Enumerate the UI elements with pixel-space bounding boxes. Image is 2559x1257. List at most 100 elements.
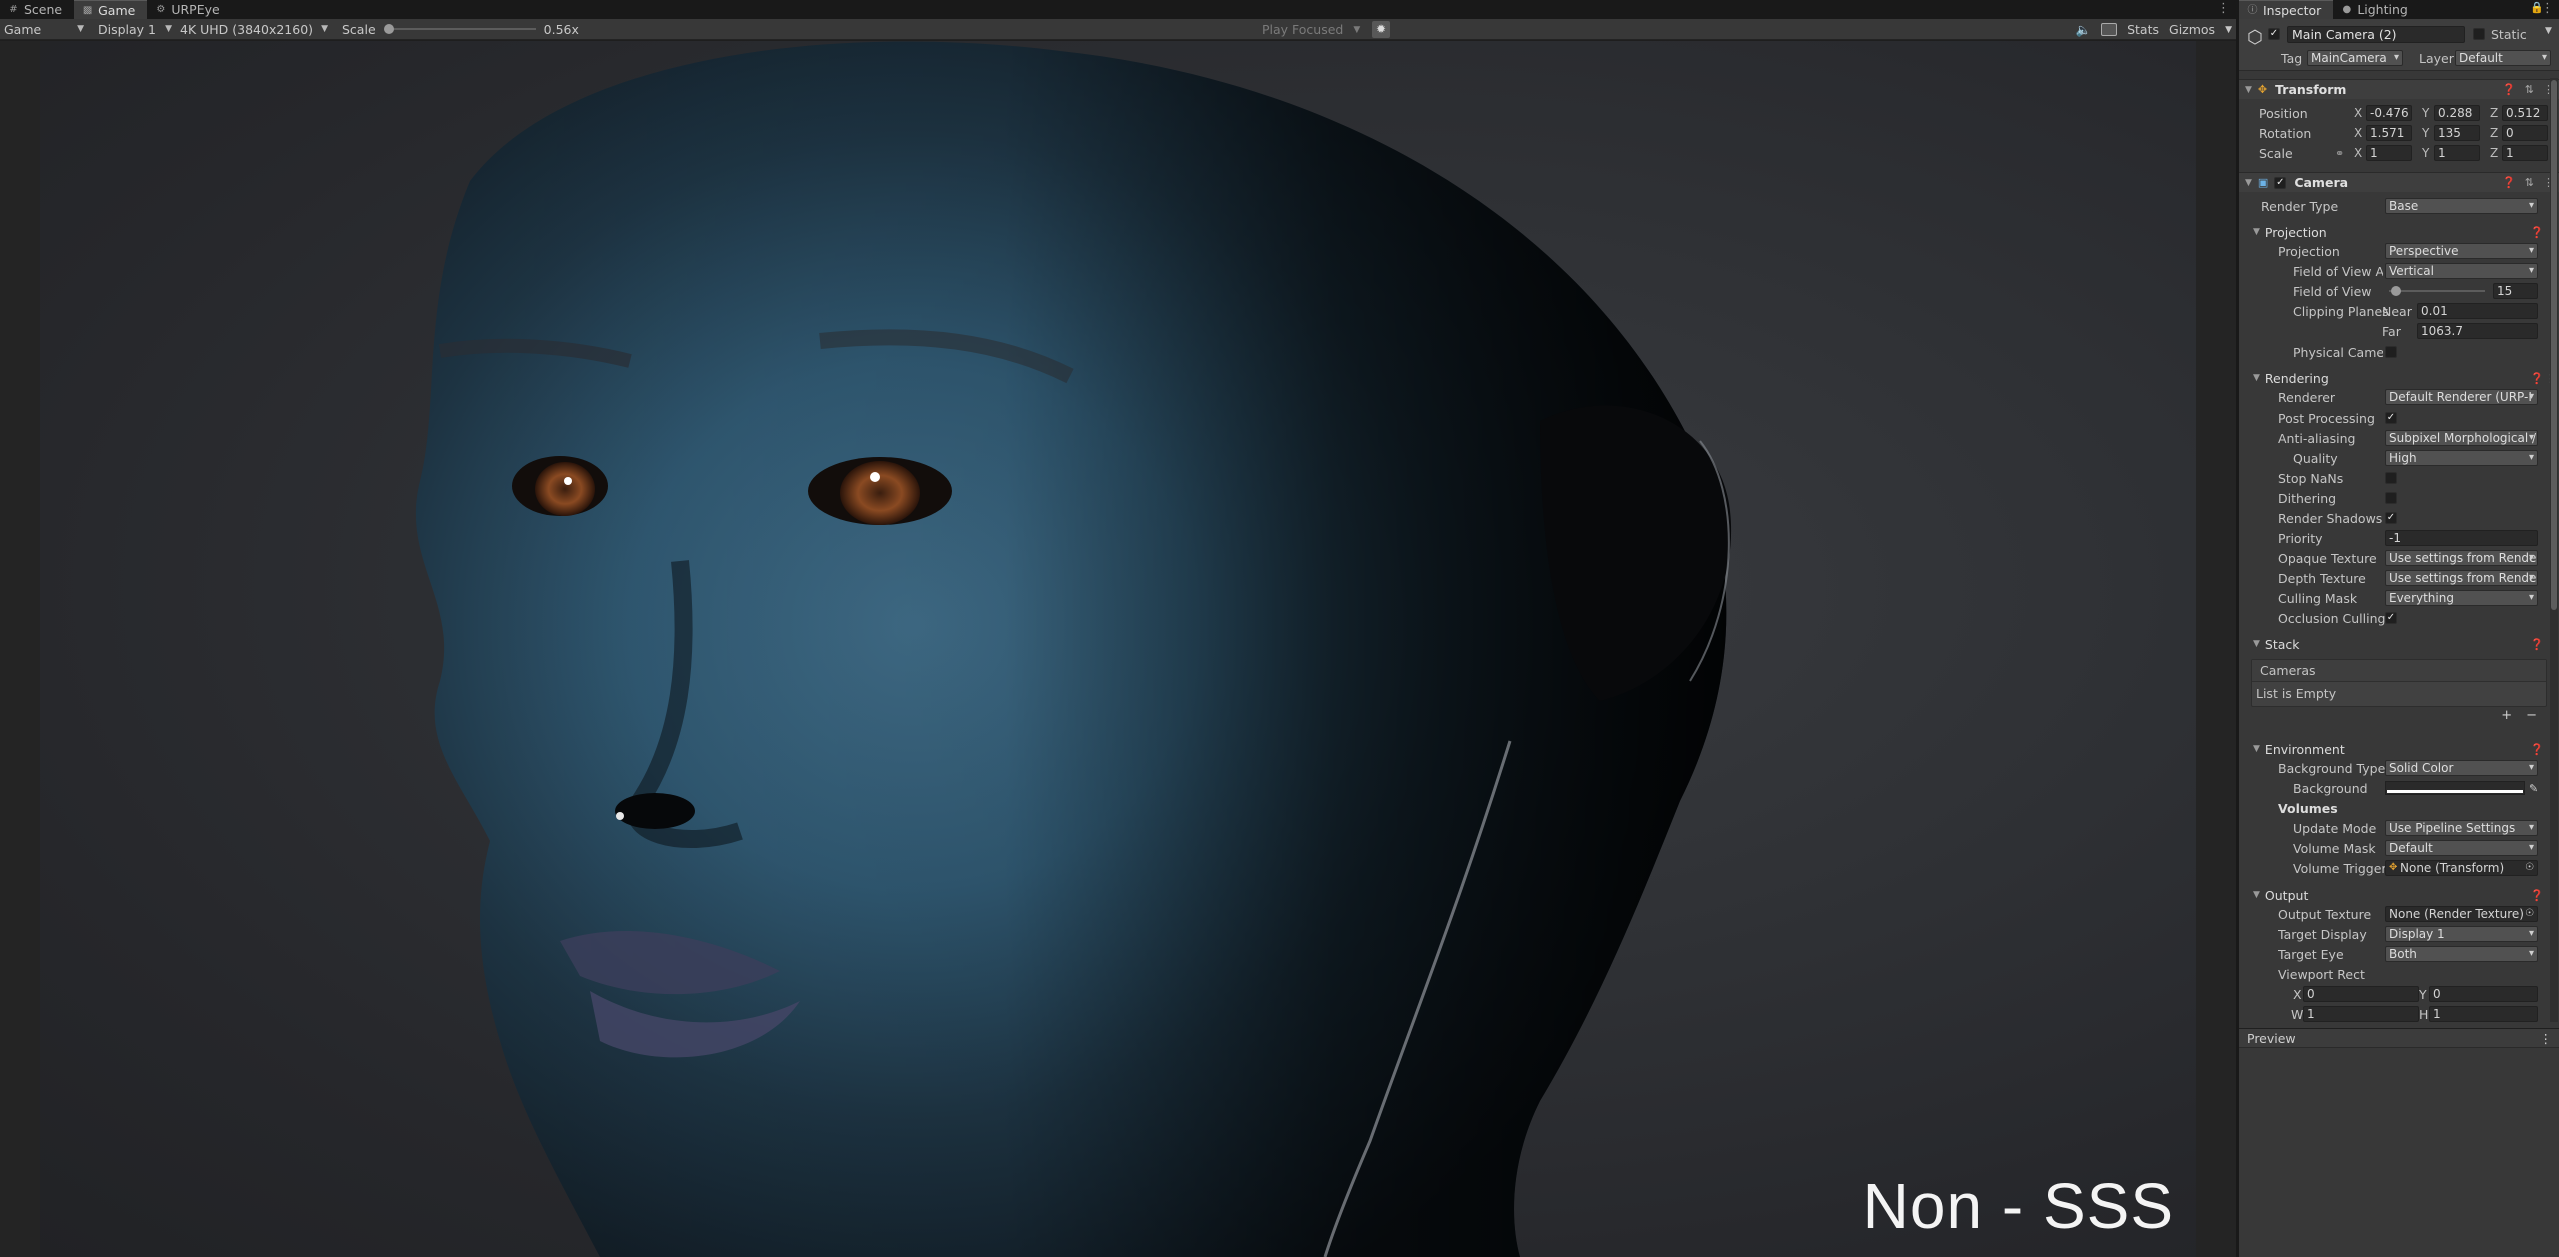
- volume-trigger-field[interactable]: ✥ None (Transform) ☉: [2385, 860, 2538, 876]
- link-icon[interactable]: ⚭: [2335, 147, 2344, 160]
- object-picker-icon[interactable]: ☉: [2525, 907, 2534, 921]
- rotation-x-field[interactable]: 1.571: [2366, 125, 2412, 141]
- help-icon[interactable]: ❓: [2530, 638, 2544, 651]
- stats-button[interactable]: Stats: [2127, 22, 2159, 37]
- background-color-swatch[interactable]: [2385, 781, 2525, 795]
- display-dropdown[interactable]: Display 1 ▼: [94, 20, 176, 39]
- occlusion-culling-checkbox[interactable]: ✓: [2385, 612, 2397, 624]
- quality-dropdown[interactable]: High: [2385, 450, 2538, 466]
- chevron-down-icon[interactable]: ▼: [2545, 26, 2552, 36]
- priority-field[interactable]: -1: [2385, 530, 2538, 546]
- add-camera-button[interactable]: +: [2501, 708, 2512, 725]
- opaque-texture-dropdown[interactable]: Use settings from Rende: [2385, 550, 2538, 566]
- remove-camera-button[interactable]: −: [2526, 708, 2537, 725]
- help-icon[interactable]: ❓: [2530, 743, 2544, 756]
- tab-lighting[interactable]: ● Lighting: [2333, 0, 2420, 19]
- inspector-scrollbar-thumb[interactable]: [2551, 80, 2557, 610]
- rotation-y-field[interactable]: 135: [2434, 125, 2480, 141]
- scale-slider[interactable]: [383, 24, 536, 34]
- renderer-dropdown[interactable]: Default Renderer (URP-I: [2385, 389, 2538, 405]
- chevron-down-icon[interactable]: ▼: [2225, 25, 2232, 35]
- tab-inspector[interactable]: ⓘ Inspector: [2239, 0, 2334, 19]
- position-x-field[interactable]: -0.476: [2366, 105, 2412, 121]
- z-axis-label: Z: [2490, 146, 2499, 160]
- active-checkbox[interactable]: ✓: [2268, 28, 2280, 40]
- speaker-icon[interactable]: 🔈: [2076, 22, 2092, 38]
- dithering-checkbox[interactable]: [2385, 492, 2397, 504]
- depth-texture-dropdown[interactable]: Use settings from Rende: [2385, 570, 2538, 586]
- preset-icon[interactable]: ⇅: [2525, 176, 2534, 189]
- rendering-header[interactable]: ▼ Rendering ❓ ⋮: [2239, 369, 2559, 387]
- position-z-field[interactable]: 0.512: [2502, 105, 2548, 121]
- kebab-menu-icon[interactable]: ⋮: [2217, 1, 2230, 16]
- layer-dropdown[interactable]: Default: [2455, 50, 2551, 66]
- projection-dropdown[interactable]: Perspective: [2385, 243, 2538, 259]
- render-shadows-label: Render Shadows: [2278, 510, 2383, 526]
- transform-title: Transform: [2275, 82, 2347, 97]
- tag-dropdown[interactable]: MainCamera: [2307, 50, 2403, 66]
- output-texture-field[interactable]: None (Render Texture) ☉: [2385, 906, 2538, 922]
- environment-header[interactable]: ▼ Environment ❓: [2239, 740, 2559, 758]
- target-display-dropdown[interactable]: Display 1: [2385, 926, 2538, 942]
- view-mode-dropdown[interactable]: Game ▼: [0, 20, 88, 39]
- object-picker-icon[interactable]: ☉: [2525, 861, 2534, 875]
- tab-urpeye[interactable]: ⚙ URPEye: [147, 0, 231, 19]
- scale-slider-knob[interactable]: [383, 24, 394, 34]
- stop-nans-checkbox[interactable]: [2385, 472, 2397, 484]
- anti-aliasing-dropdown[interactable]: Subpixel Morphological /: [2385, 430, 2538, 446]
- volume-mask-dropdown[interactable]: Default: [2385, 840, 2538, 856]
- debug-icon[interactable]: ✹: [1372, 21, 1390, 38]
- camera-header[interactable]: ▼ ▣ ✓ Camera ❓ ⇅ ⋮: [2239, 172, 2559, 192]
- help-icon[interactable]: ❓: [2502, 83, 2516, 96]
- scale-y-field[interactable]: 1: [2434, 145, 2480, 161]
- game-viewport[interactable]: Non - SSS: [0, 41, 2236, 1257]
- stats-window-icon[interactable]: [2101, 23, 2118, 36]
- rotation-z-field[interactable]: 0: [2502, 125, 2548, 141]
- static-checkbox[interactable]: [2473, 28, 2485, 40]
- help-icon[interactable]: ❓: [2530, 372, 2544, 385]
- rect-w-field[interactable]: 1: [2303, 1006, 2419, 1022]
- fov-axis-dropdown[interactable]: Vertical: [2385, 263, 2538, 279]
- physical-camera-checkbox[interactable]: [2385, 346, 2397, 358]
- fov-slider-knob[interactable]: [2391, 286, 2401, 296]
- object-name-field[interactable]: Main Camera (2): [2287, 26, 2465, 43]
- kebab-menu-icon[interactable]: ⋮: [2541, 1, 2554, 16]
- eyedropper-icon[interactable]: ✎: [2529, 782, 2538, 795]
- output-texture-row: Output Texture None (Render Texture) ☉: [2239, 905, 2559, 923]
- culling-mask-dropdown[interactable]: Everything: [2385, 590, 2538, 606]
- rect-y-field[interactable]: 0: [2429, 986, 2538, 1002]
- help-icon[interactable]: ❓: [2530, 226, 2544, 239]
- position-y-field[interactable]: 0.288: [2434, 105, 2480, 121]
- far-field[interactable]: 1063.7: [2417, 323, 2538, 339]
- resolution-dropdown[interactable]: 4K UHD (3840x2160) ▼: [176, 20, 332, 39]
- fov-slider[interactable]: [2389, 286, 2485, 296]
- fov-field[interactable]: 15: [2493, 283, 2538, 299]
- rect-h-field[interactable]: 1: [2429, 1006, 2538, 1022]
- target-eye-dropdown[interactable]: Both: [2385, 946, 2538, 962]
- help-icon[interactable]: ❓: [2502, 176, 2516, 189]
- projection-header[interactable]: ▼ Projection ❓: [2239, 223, 2559, 241]
- preset-icon[interactable]: ⇅: [2525, 83, 2534, 96]
- rect-x-field[interactable]: 0: [2303, 986, 2419, 1002]
- update-mode-dropdown[interactable]: Use Pipeline Settings: [2385, 820, 2538, 836]
- transform-header[interactable]: ▼ ✥ Transform ❓ ⇅ ⋮: [2239, 79, 2559, 99]
- background-type-dropdown[interactable]: Solid Color: [2385, 760, 2538, 776]
- scale-z-field[interactable]: 1: [2502, 145, 2548, 161]
- scale-x-field[interactable]: 1: [2366, 145, 2412, 161]
- tab-scene-label: Scene: [24, 2, 63, 17]
- tab-scene[interactable]: # Scene: [0, 0, 74, 19]
- post-processing-checkbox[interactable]: ✓: [2385, 412, 2397, 424]
- preview-header[interactable]: Preview ⋮: [2239, 1028, 2559, 1048]
- render-shadows-checkbox[interactable]: ✓: [2385, 512, 2397, 524]
- play-mode-dropdown[interactable]: Play Focused ▼: [1262, 19, 1360, 40]
- near-field[interactable]: 0.01: [2417, 303, 2538, 319]
- kebab-menu-icon[interactable]: ⋮: [2540, 1031, 2553, 1046]
- output-header[interactable]: ▼ Output ❓: [2239, 886, 2559, 904]
- gizmos-button[interactable]: Gizmos: [2169, 22, 2215, 37]
- far-label: Far: [2382, 323, 2401, 339]
- help-icon[interactable]: ❓: [2530, 889, 2544, 902]
- stack-header[interactable]: ▼ Stack ❓: [2239, 635, 2559, 653]
- camera-enabled-checkbox[interactable]: ✓: [2274, 176, 2287, 189]
- tab-game[interactable]: ▩ Game: [74, 0, 148, 19]
- render-type-dropdown[interactable]: Base: [2385, 198, 2538, 214]
